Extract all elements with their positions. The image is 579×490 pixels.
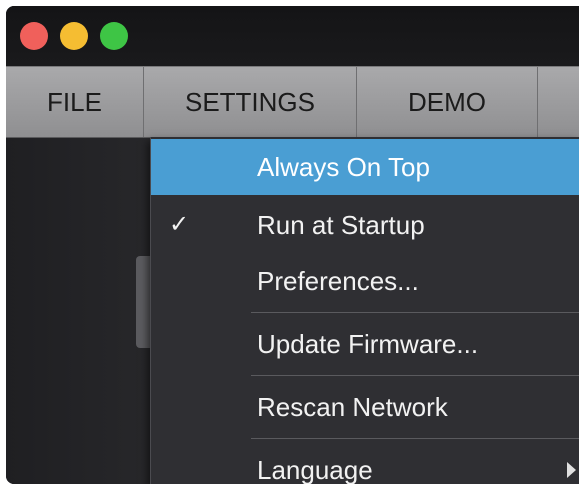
menu-tab-label: SETTINGS	[184, 86, 315, 117]
menu-separator	[537, 67, 538, 137]
menu-divider	[251, 312, 579, 313]
menu-bar: FILE SETTINGS DEMO	[6, 66, 579, 138]
menu-item-language[interactable]: Language	[151, 442, 579, 484]
menu-item-preferences[interactable]: Preferences...	[151, 253, 579, 309]
settings-dropdown-menu: Always On Top ✓ Run at Startup Preferenc…	[150, 137, 579, 484]
menu-tab-file[interactable]: FILE	[6, 67, 143, 137]
menu-item-label: Rescan Network	[257, 392, 448, 422]
app-window: FILE SETTINGS DEMO Always On Top ✓ Run a…	[6, 6, 579, 484]
menu-item-rescan-network[interactable]: Rescan Network	[151, 379, 579, 435]
submenu-arrow-icon	[567, 462, 576, 478]
menu-tab-demo[interactable]: DEMO	[357, 67, 537, 137]
title-bar	[6, 6, 579, 66]
menu-divider	[251, 438, 579, 439]
menu-item-label: Run at Startup	[257, 210, 425, 240]
menu-item-always-on-top[interactable]: Always On Top	[151, 139, 579, 195]
menu-divider	[251, 375, 579, 376]
menu-item-label: Language	[257, 455, 373, 484]
minimize-window-button[interactable]	[60, 22, 88, 50]
menu-tab-settings[interactable]: SETTINGS	[144, 67, 356, 137]
menu-item-run-at-startup[interactable]: ✓ Run at Startup	[151, 197, 579, 253]
close-window-button[interactable]	[20, 22, 48, 50]
menu-tab-label: FILE	[47, 86, 102, 117]
menu-item-update-firmware[interactable]: Update Firmware...	[151, 316, 579, 372]
zoom-window-button[interactable]	[100, 22, 128, 50]
menu-item-label: Preferences...	[257, 266, 419, 296]
menu-item-label: Update Firmware...	[257, 329, 479, 359]
checkmark-icon: ✓	[169, 211, 190, 238]
menu-tab-label: DEMO	[408, 86, 486, 117]
menu-item-label: Always On Top	[257, 152, 430, 182]
